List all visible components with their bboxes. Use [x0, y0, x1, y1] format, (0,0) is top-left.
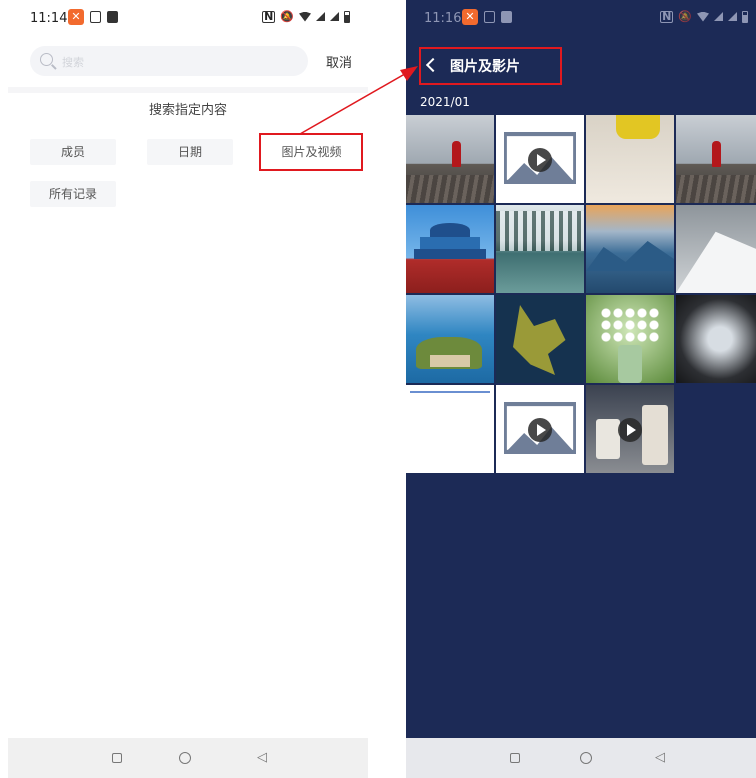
- cancel-button[interactable]: 取消: [326, 52, 352, 71]
- signal-icon-2: [728, 12, 737, 21]
- signal-icon: [316, 12, 325, 21]
- wifi-icon: [299, 11, 311, 22]
- video-thumbnail[interactable]: [496, 385, 584, 473]
- status-bar: 11:16 ✕ N 🔕: [406, 0, 756, 36]
- media-thumbnail[interactable]: [496, 205, 584, 293]
- play-icon: [528, 148, 552, 172]
- system-nav-bar: ◁: [406, 738, 756, 778]
- recents-button[interactable]: [112, 753, 122, 763]
- media-screen: 11:16 ✕ N 🔕 图片及影片 2021/01 ◁: [406, 0, 756, 778]
- nfc-icon: N: [262, 9, 276, 23]
- status-time: 11:14: [30, 11, 68, 26]
- section-title: 搜索指定内容: [148, 103, 227, 118]
- play-icon: [618, 418, 642, 442]
- media-thumbnail[interactable]: [406, 385, 494, 473]
- divider: [8, 87, 368, 93]
- app-notification-icon: ✕: [462, 9, 478, 25]
- media-thumbnail[interactable]: [406, 115, 494, 203]
- battery-icon: [344, 10, 350, 23]
- media-thumbnail[interactable]: [586, 295, 674, 383]
- media-thumbnail[interactable]: [586, 115, 674, 203]
- search-input[interactable]: 搜索: [30, 46, 308, 76]
- wifi-icon: [697, 11, 709, 22]
- date-group-label: 2021/01: [420, 95, 470, 109]
- video-thumbnail[interactable]: [586, 385, 674, 473]
- battery-icon: [742, 10, 748, 23]
- search-placeholder: 搜索: [62, 56, 84, 69]
- media-thumbnail[interactable]: [586, 205, 674, 293]
- home-button[interactable]: [580, 752, 592, 764]
- highlight-box: [259, 133, 363, 171]
- copy-notification-icon: [484, 11, 495, 23]
- media-thumbnail[interactable]: [406, 295, 494, 383]
- chip-all-records[interactable]: 所有记录: [30, 181, 116, 207]
- chip-date[interactable]: 日期: [147, 139, 233, 165]
- nfc-icon: N: [660, 9, 674, 23]
- mute-icon: 🔕: [280, 10, 294, 23]
- signal-icon-2: [330, 12, 339, 21]
- media-thumbnail[interactable]: [676, 295, 756, 383]
- status-time: 11:16: [424, 11, 462, 26]
- video-thumbnail[interactable]: [496, 115, 584, 203]
- chip-members[interactable]: 成员: [30, 139, 116, 165]
- image-notification-icon: [501, 11, 512, 23]
- search-icon: [40, 53, 53, 66]
- media-thumbnail[interactable]: [496, 295, 584, 383]
- back-triangle-icon[interactable]: ◁: [257, 751, 267, 765]
- mute-icon: 🔕: [678, 10, 692, 23]
- play-icon: [528, 418, 552, 442]
- system-nav-bar: ◁: [8, 738, 368, 778]
- home-button[interactable]: [179, 752, 191, 764]
- signal-icon: [714, 12, 723, 21]
- back-triangle-icon[interactable]: ◁: [655, 751, 665, 765]
- app-notification-icon: ✕: [68, 9, 84, 25]
- recents-button[interactable]: [510, 753, 520, 763]
- image-notification-icon: [107, 11, 118, 23]
- search-screen: 11:14 ✕ N 🔕 搜索 取消 搜索指定内容 成员 日期 图片及视频 所有记…: [8, 0, 368, 778]
- media-thumbnail[interactable]: [676, 205, 756, 293]
- media-thumbnail[interactable]: [676, 115, 756, 203]
- copy-notification-icon: [90, 11, 101, 23]
- status-bar: 11:14 ✕ N 🔕: [8, 0, 368, 36]
- media-thumbnail[interactable]: [406, 205, 494, 293]
- highlight-box: [419, 47, 562, 85]
